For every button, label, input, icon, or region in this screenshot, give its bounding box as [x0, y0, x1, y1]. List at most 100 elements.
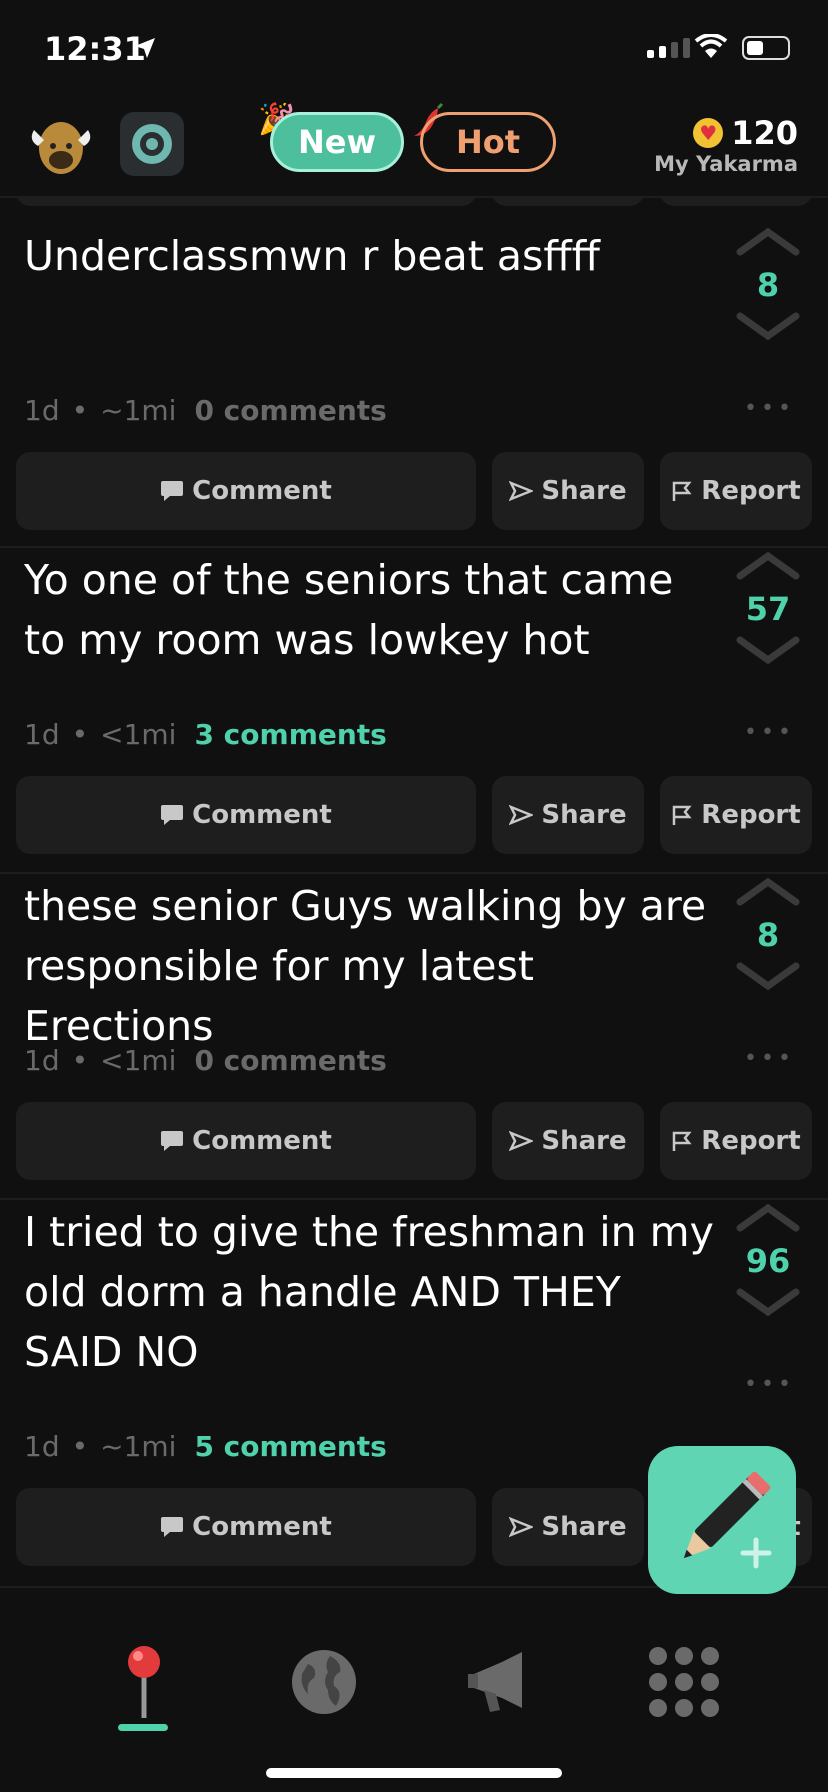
report-button[interactable]: Report — [660, 776, 812, 854]
vote-control: 57 — [728, 550, 808, 666]
compose-post-button[interactable] — [648, 1446, 796, 1594]
share-label: Share — [541, 800, 627, 830]
meta-separator: • — [71, 1044, 89, 1077]
comment-count-link[interactable]: 5 comments — [194, 1430, 386, 1463]
comment-label: Comment — [192, 1512, 332, 1542]
comment-count-link[interactable]: 0 comments — [194, 394, 386, 427]
post-distance: ~1mi — [100, 394, 177, 427]
school-badge-icon[interactable] — [120, 112, 184, 176]
comment-label: Comment — [192, 800, 332, 830]
comment-button[interactable]: Comment — [16, 1102, 476, 1180]
share-button[interactable]: Share — [492, 1102, 644, 1180]
post-meta: 1d • ~1mi 0 comments — [24, 394, 387, 427]
grid-dots-icon[interactable] — [644, 1642, 724, 1722]
post-text[interactable]: I tried to give the freshman in my old d… — [24, 1202, 714, 1382]
post-age: 1d — [24, 1430, 60, 1463]
post-text[interactable]: Yo one of the seniors that came to my ro… — [24, 550, 714, 670]
upvote-icon[interactable] — [736, 226, 800, 256]
vote-control: 96 — [728, 1202, 808, 1318]
post-meta: 1d • <1mi 0 comments — [24, 1044, 387, 1077]
comment-button[interactable]: Comment — [16, 1488, 476, 1566]
post-card: these senior Guys walking by are respons… — [0, 846, 828, 1180]
map-pin-icon[interactable] — [104, 1642, 184, 1722]
tab-hot[interactable]: Hot — [420, 112, 556, 172]
post-age: 1d — [24, 718, 60, 751]
send-icon — [509, 1516, 534, 1538]
report-label: Report — [701, 476, 801, 506]
home-indicator[interactable] — [266, 1768, 562, 1778]
top-header: 🎉 New Hot ♥ 120 My Yakarma — [0, 96, 828, 196]
post-age: 1d — [24, 394, 60, 427]
post-card: Yo one of the seniors that came to my ro… — [0, 520, 828, 854]
share-label: Share — [541, 1126, 627, 1156]
yak-avatar-icon[interactable] — [26, 110, 96, 180]
speech-bubble-icon — [161, 481, 184, 501]
vote-score: 96 — [745, 1242, 791, 1280]
downvote-icon[interactable] — [736, 1288, 800, 1318]
upvote-icon[interactable] — [736, 550, 800, 580]
comment-count-link[interactable]: 0 comments — [194, 1044, 386, 1077]
post-text[interactable]: these senior Guys walking by are respons… — [24, 876, 714, 1056]
share-button[interactable]: Share — [492, 452, 644, 530]
post-card: Underclassmwn r beat asffff 1d • ~1mi 0 … — [0, 196, 828, 530]
report-label: Report — [701, 1126, 801, 1156]
more-options-icon[interactable]: ••• — [744, 720, 795, 745]
cellular-signal-icon — [647, 38, 690, 58]
comment-button[interactable]: Comment — [16, 776, 476, 854]
battery-icon — [742, 36, 790, 60]
share-label: Share — [541, 476, 627, 506]
share-button[interactable]: Share — [492, 776, 644, 854]
post-meta: 1d • <1mi 3 comments — [24, 718, 387, 751]
meta-separator: • — [71, 718, 89, 751]
downvote-icon[interactable] — [736, 312, 800, 342]
share-button[interactable]: Share — [492, 1488, 644, 1566]
comment-label: Comment — [192, 1126, 332, 1156]
post-meta: 1d • ~1mi 5 comments — [24, 1430, 387, 1463]
flag-icon — [673, 1131, 692, 1151]
comment-count-link[interactable]: 3 comments — [194, 718, 386, 751]
upvote-icon[interactable] — [736, 876, 800, 906]
meta-separator: • — [71, 394, 89, 427]
send-icon — [509, 1130, 534, 1152]
karma-value: 120 — [731, 114, 798, 152]
downvote-icon[interactable] — [736, 962, 800, 992]
post-text[interactable]: Underclassmwn r beat asffff — [24, 226, 714, 286]
comment-label: Comment — [192, 476, 332, 506]
vote-control: 8 — [728, 876, 808, 992]
speech-bubble-icon — [161, 1517, 184, 1537]
vote-score: 57 — [745, 590, 791, 628]
report-label: Report — [701, 800, 801, 830]
tab-new[interactable]: New — [270, 112, 404, 172]
heart-coin-icon: ♥ — [693, 118, 724, 148]
report-button[interactable]: Report — [660, 1102, 812, 1180]
speech-bubble-icon — [161, 805, 184, 825]
meta-separator: • — [71, 1430, 89, 1463]
status-time: 12:31 — [44, 30, 146, 68]
karma-counter[interactable]: ♥ 120 My Yakarma — [654, 114, 798, 176]
vote-control: 8 — [728, 226, 808, 342]
more-options-icon[interactable]: ••• — [744, 1046, 795, 1071]
pencil-plus-icon — [683, 1471, 772, 1569]
megaphone-icon[interactable] — [460, 1642, 540, 1722]
downvote-icon[interactable] — [736, 636, 800, 666]
flag-icon — [673, 481, 692, 501]
vote-score: 8 — [756, 916, 780, 954]
post-feed[interactable]: Underclassmwn r beat asffff 1d • ~1mi 0 … — [0, 196, 828, 1622]
comment-button[interactable]: Comment — [16, 452, 476, 530]
more-options-icon[interactable]: ••• — [744, 1372, 795, 1397]
more-options-icon[interactable]: ••• — [744, 396, 795, 421]
send-icon — [509, 480, 534, 502]
globe-icon[interactable] — [284, 1642, 364, 1722]
active-tab-indicator — [118, 1724, 168, 1731]
post-distance: ~1mi — [100, 1430, 177, 1463]
location-arrow-icon — [135, 38, 155, 58]
post-distance: <1mi — [100, 1044, 177, 1077]
karma-label: My Yakarma — [654, 152, 798, 176]
report-button[interactable]: Report — [660, 452, 812, 530]
speech-bubble-icon — [161, 1131, 184, 1151]
wifi-icon — [694, 34, 728, 58]
share-label: Share — [541, 1512, 627, 1542]
bottom-tab-bar — [0, 1622, 828, 1792]
upvote-icon[interactable] — [736, 1202, 800, 1232]
flag-icon — [673, 805, 692, 825]
